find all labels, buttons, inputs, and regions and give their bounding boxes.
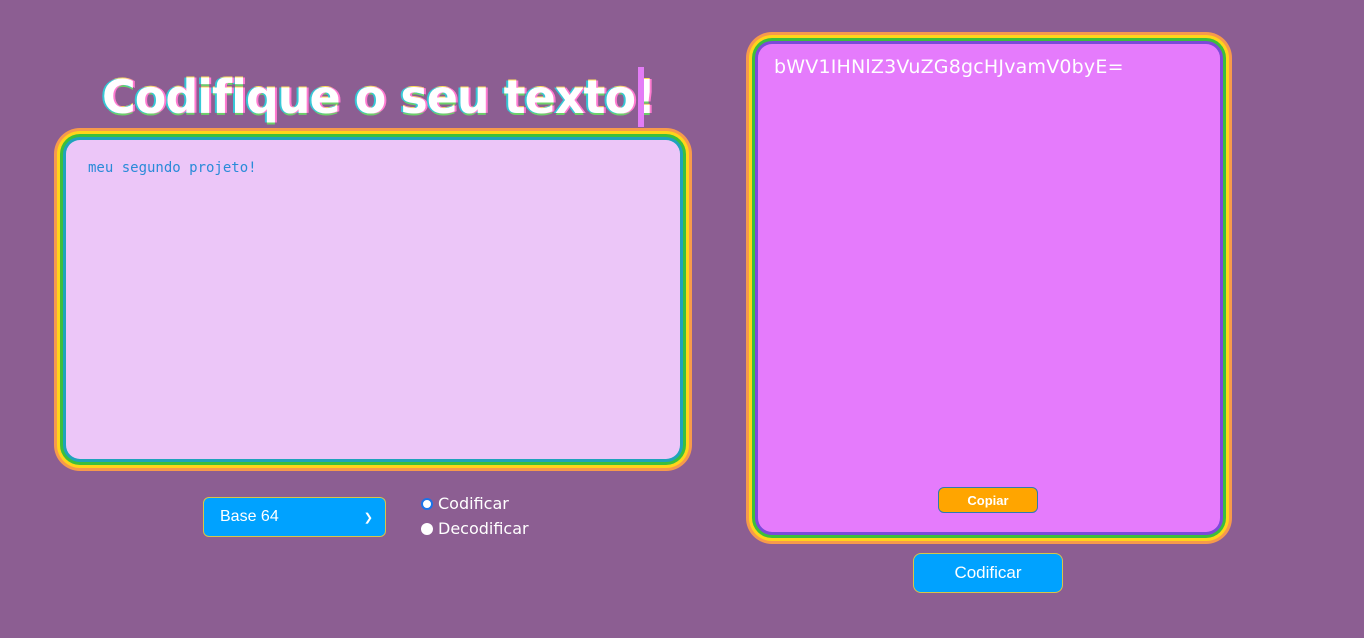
copy-button[interactable]: Copiar <box>938 487 1038 513</box>
page: Codifique o seu texto! meu segundo proje… <box>0 0 1364 638</box>
input-panel: meu segundo projeto! <box>66 140 680 459</box>
radio-encode-label: Codificar <box>438 494 509 513</box>
text-input[interactable]: meu segundo projeto! <box>88 160 648 430</box>
radio-decode-indicator[interactable] <box>421 522 433 535</box>
radio-encode[interactable]: Codificar <box>421 491 529 516</box>
radio-encode-indicator[interactable] <box>421 497 433 510</box>
title-cursor-decoration <box>638 67 644 127</box>
radio-decode-label: Decodificar <box>438 519 529 538</box>
method-select-value: Base 64 <box>220 508 279 525</box>
method-select[interactable]: Base 64 ❯ <box>203 497 386 537</box>
output-text: bWV1IHNlZ3VuZG8gcHJvamV0byE= <box>774 56 1124 78</box>
mode-radio-group: Codificar Decodificar <box>421 491 529 541</box>
radio-decode[interactable]: Decodificar <box>421 516 529 541</box>
chevron-down-icon: ❯ <box>363 511 373 524</box>
encode-button[interactable]: Codificar <box>913 553 1063 593</box>
page-title: Codifique o seu texto! <box>102 70 656 124</box>
output-panel: bWV1IHNlZ3VuZG8gcHJvamV0byE= Copiar <box>758 44 1220 532</box>
